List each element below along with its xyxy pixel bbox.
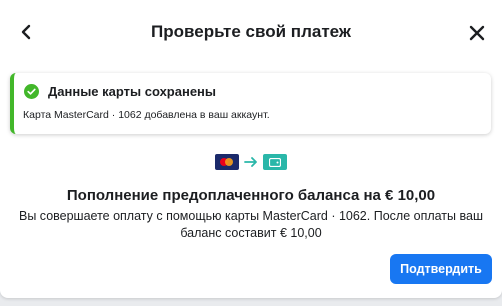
check-circle-icon — [24, 84, 39, 99]
payment-description: Вы совершаете оплату с помощью карты Mas… — [19, 209, 483, 240]
payment-flow — [215, 153, 287, 171]
notice-title: Данные карты сохранены — [48, 84, 217, 99]
close-button[interactable] — [466, 22, 488, 44]
dialog-header: Проверьте свой платеж — [0, 0, 502, 62]
close-icon — [469, 25, 485, 41]
payment-title: Пополнение предоплаченного баланса на € … — [66, 187, 436, 204]
confirm-button[interactable]: Подтвердить — [390, 254, 492, 284]
notice-body: Карта MasterCard · 1062 добавлена в ваш … — [23, 109, 270, 121]
payment-review-dialog: Проверьте свой платеж Данные карты сохра… — [0, 0, 502, 298]
dialog-title: Проверьте свой платеж — [151, 22, 351, 41]
wallet-icon — [263, 154, 287, 170]
card-saved-notice: Данные карты сохранены Карта MasterCard … — [10, 73, 491, 134]
mastercard-icon — [215, 154, 239, 170]
arrow-right-icon — [244, 157, 257, 167]
